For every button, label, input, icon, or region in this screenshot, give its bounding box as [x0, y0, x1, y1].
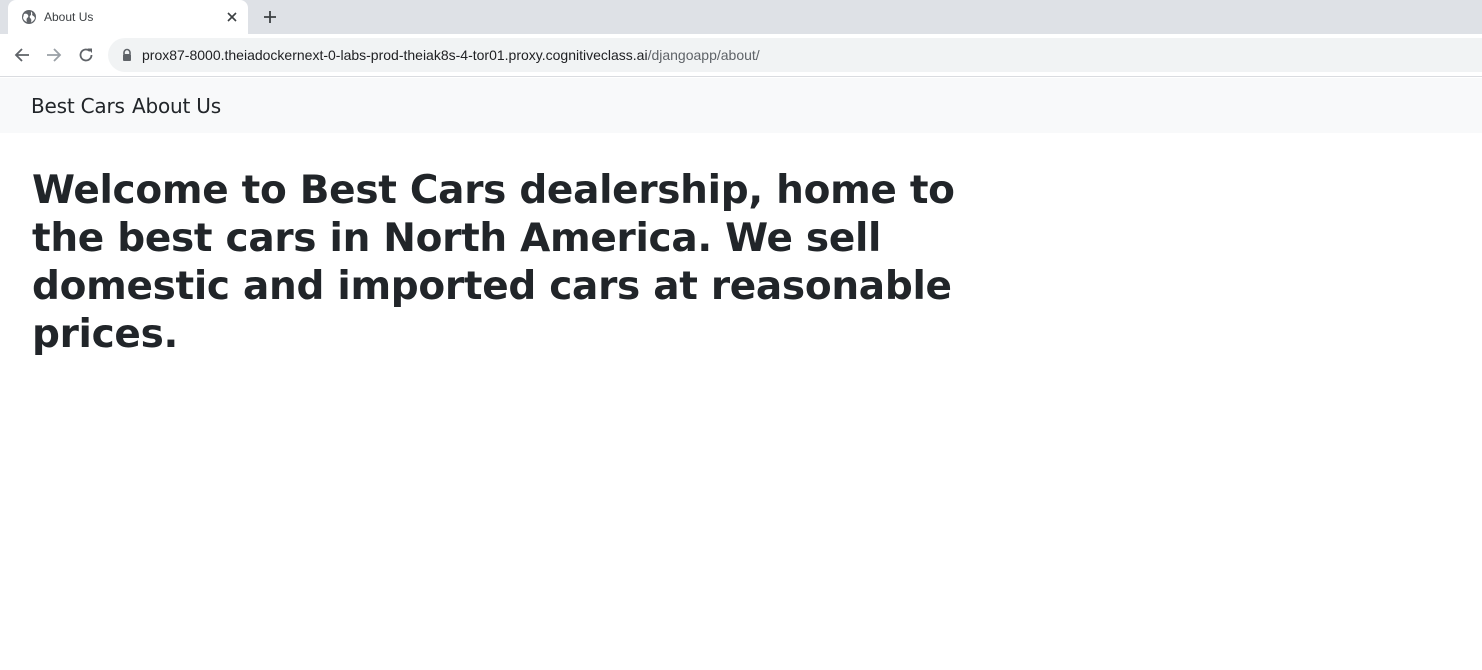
lock-icon[interactable]	[120, 48, 134, 62]
page-headline: Welcome to Best Cars dealership, home to…	[32, 168, 955, 357]
close-icon[interactable]	[224, 9, 240, 25]
url-host: prox87-8000.theiadockernext-0-labs-prod-…	[142, 47, 648, 63]
reload-button[interactable]	[74, 43, 98, 67]
arrow-left-icon	[14, 48, 29, 62]
url-path: /djangoapp/about/	[647, 47, 760, 63]
site-navbar: Best Cars About Us	[0, 78, 1482, 133]
globe-icon	[21, 9, 37, 25]
forward-button[interactable]	[42, 43, 66, 67]
tab-title: About Us	[44, 10, 94, 24]
url-text[interactable]: prox87-8000.theiadockernext-0-labs-prod-…	[142, 47, 760, 63]
browser-tab-strip: About Us	[0, 0, 1482, 34]
arrow-right-icon	[47, 48, 62, 62]
nav-link-about-us[interactable]: About Us	[132, 94, 221, 118]
back-button[interactable]	[10, 43, 34, 67]
new-tab-button[interactable]	[258, 5, 282, 29]
browser-toolbar: prox87-8000.theiadockernext-0-labs-prod-…	[0, 34, 1482, 77]
address-bar[interactable]: prox87-8000.theiadockernext-0-labs-prod-…	[108, 38, 1482, 72]
reload-icon	[79, 48, 93, 62]
navbar-brand-link[interactable]: Best Cars	[31, 94, 125, 118]
plus-icon	[264, 11, 276, 23]
tab-about-us[interactable]: About Us	[8, 0, 248, 34]
